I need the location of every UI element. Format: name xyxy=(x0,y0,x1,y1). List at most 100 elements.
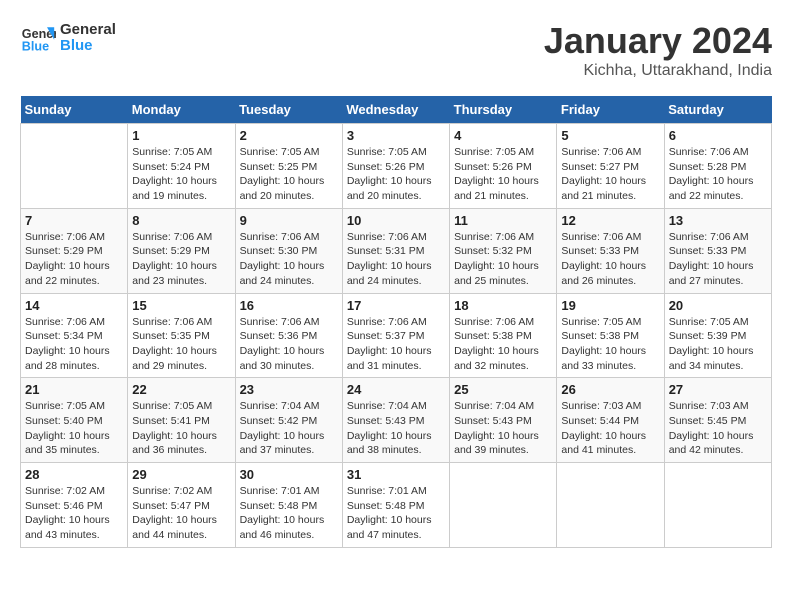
day-info: Sunrise: 7:03 AMSunset: 5:45 PMDaylight:… xyxy=(669,399,767,458)
day-cell: 9Sunrise: 7:06 AMSunset: 5:30 PMDaylight… xyxy=(235,208,342,293)
calendar-table: SundayMondayTuesdayWednesdayThursdayFrid… xyxy=(20,96,772,548)
day-info: Sunrise: 7:06 AMSunset: 5:36 PMDaylight:… xyxy=(240,315,338,374)
week-row-2: 7 Sunrise: 7:06 AMSunset: 5:29 PMDaylight… xyxy=(21,208,772,293)
day-info: Sunrise: 7:06 AMSunset: 5:35 PMDaylight:… xyxy=(132,315,230,374)
month-title: January 2024 xyxy=(544,20,772,62)
day-cell: 23 Sunrise: 7:04 AMSunset: 5:42 PMDayligh… xyxy=(235,378,342,463)
day-number: 30 xyxy=(240,467,338,482)
day-number: 31 xyxy=(347,467,445,482)
day-info: Sunrise: 7:06 AMSunset: 5:28 PMDaylight:… xyxy=(669,145,767,204)
day-number: 23 xyxy=(240,382,338,397)
day-cell xyxy=(21,124,128,209)
day-cell: 7 Sunrise: 7:06 AMSunset: 5:29 PMDaylight… xyxy=(21,208,128,293)
day-number: 10 xyxy=(347,213,445,228)
day-cell: 31 Sunrise: 7:01 AMSunset: 5:48 PMDayligh… xyxy=(342,463,449,548)
day-info: Sunrise: 7:06 AMSunset: 5:29 PMDaylight:… xyxy=(25,230,123,289)
day-cell: 25Sunrise: 7:04 AMSunset: 5:43 PMDayligh… xyxy=(450,378,557,463)
day-info: Sunrise: 7:05 AMSunset: 5:41 PMDaylight:… xyxy=(132,399,230,458)
day-info: Sunrise: 7:05 AMSunset: 5:26 PMDaylight:… xyxy=(454,145,552,204)
day-number: 14 xyxy=(25,298,123,313)
day-number: 21 xyxy=(25,382,123,397)
day-cell: 29 Sunrise: 7:02 AMSunset: 5:47 PMDayligh… xyxy=(128,463,235,548)
logo: General Blue General Blue xyxy=(20,20,116,56)
day-cell: 18 Sunrise: 7:06 AMSunset: 5:38 PMDayligh… xyxy=(450,293,557,378)
header-wednesday: Wednesday xyxy=(342,96,449,124)
day-number: 24 xyxy=(347,382,445,397)
header-sunday: Sunday xyxy=(21,96,128,124)
day-info: Sunrise: 7:06 AMSunset: 5:32 PMDaylight:… xyxy=(454,230,552,289)
day-info: Sunrise: 7:05 AMSunset: 5:25 PMDaylight:… xyxy=(240,145,338,204)
day-info: Sunrise: 7:06 AMSunset: 5:30 PMDaylight:… xyxy=(240,230,338,289)
day-cell: 20 Sunrise: 7:05 AMSunset: 5:39 PMDayligh… xyxy=(664,293,771,378)
day-cell: 5Sunrise: 7:06 AMSunset: 5:27 PMDaylight… xyxy=(557,124,664,209)
day-info: Sunrise: 7:02 AMSunset: 5:47 PMDaylight:… xyxy=(132,484,230,543)
day-cell: 11Sunrise: 7:06 AMSunset: 5:32 PMDayligh… xyxy=(450,208,557,293)
week-row-3: 14 Sunrise: 7:06 AMSunset: 5:34 PMDayligh… xyxy=(21,293,772,378)
day-cell: 27 Sunrise: 7:03 AMSunset: 5:45 PMDayligh… xyxy=(664,378,771,463)
day-number: 27 xyxy=(669,382,767,397)
day-info: Sunrise: 7:06 AMSunset: 5:31 PMDaylight:… xyxy=(347,230,445,289)
day-info: Sunrise: 7:06 AMSunset: 5:38 PMDaylight:… xyxy=(454,315,552,374)
day-info: Sunrise: 7:04 AMSunset: 5:43 PMDaylight:… xyxy=(454,399,552,458)
day-cell: 8 Sunrise: 7:06 AMSunset: 5:29 PMDaylight… xyxy=(128,208,235,293)
week-row-4: 21 Sunrise: 7:05 AMSunset: 5:40 PMDayligh… xyxy=(21,378,772,463)
day-number: 6 xyxy=(669,128,767,143)
day-cell: 22 Sunrise: 7:05 AMSunset: 5:41 PMDayligh… xyxy=(128,378,235,463)
header-tuesday: Tuesday xyxy=(235,96,342,124)
day-info: Sunrise: 7:01 AMSunset: 5:48 PMDaylight:… xyxy=(240,484,338,543)
day-cell: 21 Sunrise: 7:05 AMSunset: 5:40 PMDayligh… xyxy=(21,378,128,463)
day-info: Sunrise: 7:05 AMSunset: 5:26 PMDaylight:… xyxy=(347,145,445,204)
day-number: 1 xyxy=(132,128,230,143)
day-cell: 30 Sunrise: 7:01 AMSunset: 5:48 PMDayligh… xyxy=(235,463,342,548)
header-saturday: Saturday xyxy=(664,96,771,124)
day-cell: 6 Sunrise: 7:06 AMSunset: 5:28 PMDaylight… xyxy=(664,124,771,209)
day-number: 20 xyxy=(669,298,767,313)
day-cell: 24 Sunrise: 7:04 AMSunset: 5:43 PMDayligh… xyxy=(342,378,449,463)
day-number: 3 xyxy=(347,128,445,143)
day-number: 29 xyxy=(132,467,230,482)
header-row: SundayMondayTuesdayWednesdayThursdayFrid… xyxy=(21,96,772,124)
day-info: Sunrise: 7:04 AMSunset: 5:42 PMDaylight:… xyxy=(240,399,338,458)
day-info: Sunrise: 7:04 AMSunset: 5:43 PMDaylight:… xyxy=(347,399,445,458)
logo-line2: Blue xyxy=(60,38,116,55)
day-number: 28 xyxy=(25,467,123,482)
day-cell: 13Sunrise: 7:06 AMSunset: 5:33 PMDayligh… xyxy=(664,208,771,293)
day-cell: 17 Sunrise: 7:06 AMSunset: 5:37 PMDayligh… xyxy=(342,293,449,378)
day-info: Sunrise: 7:06 AMSunset: 5:29 PMDaylight:… xyxy=(132,230,230,289)
svg-text:Blue: Blue xyxy=(22,40,49,54)
day-info: Sunrise: 7:02 AMSunset: 5:46 PMDaylight:… xyxy=(25,484,123,543)
day-cell xyxy=(450,463,557,548)
day-number: 22 xyxy=(132,382,230,397)
day-cell: 26Sunrise: 7:03 AMSunset: 5:44 PMDayligh… xyxy=(557,378,664,463)
header-monday: Monday xyxy=(128,96,235,124)
day-number: 15 xyxy=(132,298,230,313)
day-info: Sunrise: 7:05 AMSunset: 5:38 PMDaylight:… xyxy=(561,315,659,374)
day-info: Sunrise: 7:01 AMSunset: 5:48 PMDaylight:… xyxy=(347,484,445,543)
day-info: Sunrise: 7:05 AMSunset: 5:40 PMDaylight:… xyxy=(25,399,123,458)
day-cell: 16Sunrise: 7:06 AMSunset: 5:36 PMDayligh… xyxy=(235,293,342,378)
day-cell: 2Sunrise: 7:05 AMSunset: 5:25 PMDaylight… xyxy=(235,124,342,209)
day-info: Sunrise: 7:05 AMSunset: 5:24 PMDaylight:… xyxy=(132,145,230,204)
day-cell: 28 Sunrise: 7:02 AMSunset: 5:46 PMDayligh… xyxy=(21,463,128,548)
day-number: 13 xyxy=(669,213,767,228)
day-cell: 14 Sunrise: 7:06 AMSunset: 5:34 PMDayligh… xyxy=(21,293,128,378)
title-area: January 2024 Kichha, Uttarakhand, India xyxy=(544,20,772,80)
day-number: 18 xyxy=(454,298,552,313)
day-info: Sunrise: 7:06 AMSunset: 5:37 PMDaylight:… xyxy=(347,315,445,374)
day-cell: 4Sunrise: 7:05 AMSunset: 5:26 PMDaylight… xyxy=(450,124,557,209)
day-number: 17 xyxy=(347,298,445,313)
day-info: Sunrise: 7:06 AMSunset: 5:34 PMDaylight:… xyxy=(25,315,123,374)
day-number: 5 xyxy=(561,128,659,143)
day-cell: 12Sunrise: 7:06 AMSunset: 5:33 PMDayligh… xyxy=(557,208,664,293)
day-number: 12 xyxy=(561,213,659,228)
day-number: 8 xyxy=(132,213,230,228)
page-header: General Blue General Blue January 2024 K… xyxy=(20,20,772,80)
day-number: 7 xyxy=(25,213,123,228)
day-cell: 10 Sunrise: 7:06 AMSunset: 5:31 PMDayligh… xyxy=(342,208,449,293)
day-cell xyxy=(664,463,771,548)
location: Kichha, Uttarakhand, India xyxy=(544,62,772,80)
header-friday: Friday xyxy=(557,96,664,124)
day-cell: 19Sunrise: 7:05 AMSunset: 5:38 PMDayligh… xyxy=(557,293,664,378)
day-cell: 15 Sunrise: 7:06 AMSunset: 5:35 PMDayligh… xyxy=(128,293,235,378)
day-info: Sunrise: 7:05 AMSunset: 5:39 PMDaylight:… xyxy=(669,315,767,374)
